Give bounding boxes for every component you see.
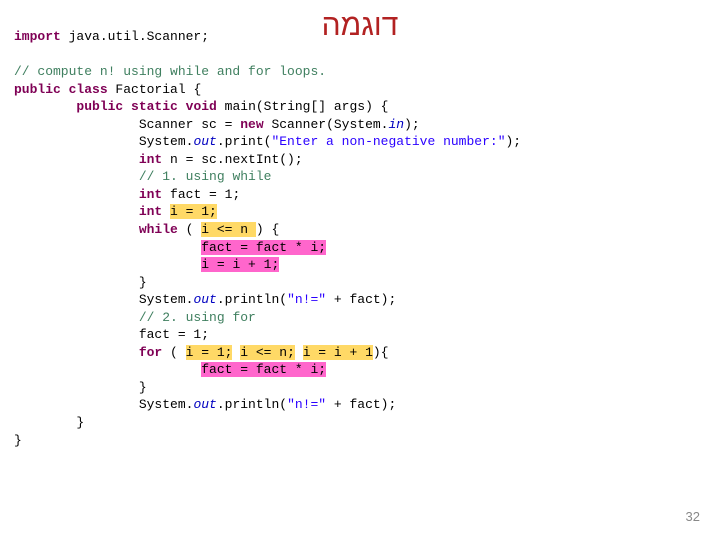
code-text: fact = 1; [139,327,209,342]
code-text: } [139,380,147,395]
code-text: + fact); [326,292,396,307]
code-text: + fact); [326,397,396,412]
code-text: } [76,415,84,430]
code-block: import java.util.Scanner; // compute n! … [14,28,521,449]
hl-step: i = i + 1 [303,345,373,360]
string: "n!=" [287,292,326,307]
string: "Enter a non-negative number:" [271,134,505,149]
code-text: System. [139,292,194,307]
kw-int: int [139,187,162,202]
string: "n!=" [287,397,326,412]
kw-while: while [139,222,178,237]
code-text: main(String[] args) { [217,99,389,114]
code-text [295,345,303,360]
kw-int: int [139,204,162,219]
code-text: System. [139,134,194,149]
hl-init: i = 1; [170,204,217,219]
kw-new: new [240,117,263,132]
code-text: java.util.Scanner; [61,29,209,44]
code-text: n = sc.nextInt(); [162,152,302,167]
field-out: out [193,397,216,412]
kw-public-class: public class [14,82,108,97]
code-text: ){ [373,345,389,360]
code-text: .print( [217,134,272,149]
kw-import: import [14,29,61,44]
code-text: ( [162,345,185,360]
comment: // 1. using while [139,169,272,184]
code-text: System. [139,397,194,412]
comment: // compute n! using while and for loops. [14,64,326,79]
hl-init: i = 1; [186,345,233,360]
code-text: .println( [217,292,287,307]
code-text: Scanner sc = [139,117,240,132]
field-in: in [388,117,404,132]
code-text: ) { [256,222,279,237]
code-text: ); [506,134,522,149]
code-text [162,204,170,219]
hl-cond: i <= n; [240,345,295,360]
field-out: out [193,292,216,307]
hl-body: fact = fact * i; [201,240,326,255]
code-text: ); [404,117,420,132]
kw-int: int [139,152,162,167]
code-text: fact = 1; [162,187,240,202]
page-number: 32 [686,508,700,526]
code-text: Factorial { [108,82,202,97]
hl-cond: i <= n [201,222,256,237]
field-out: out [193,134,216,149]
kw-psvm: public static void [76,99,216,114]
code-text: Scanner(System. [264,117,389,132]
code-text: ( [178,222,201,237]
kw-for: for [139,345,162,360]
code-text: } [14,433,22,448]
hl-body: fact = fact * i; [201,362,326,377]
comment: // 2. using for [139,310,256,325]
code-text: .println( [217,397,287,412]
code-text: } [139,275,147,290]
hl-step: i = i + 1; [201,257,279,272]
